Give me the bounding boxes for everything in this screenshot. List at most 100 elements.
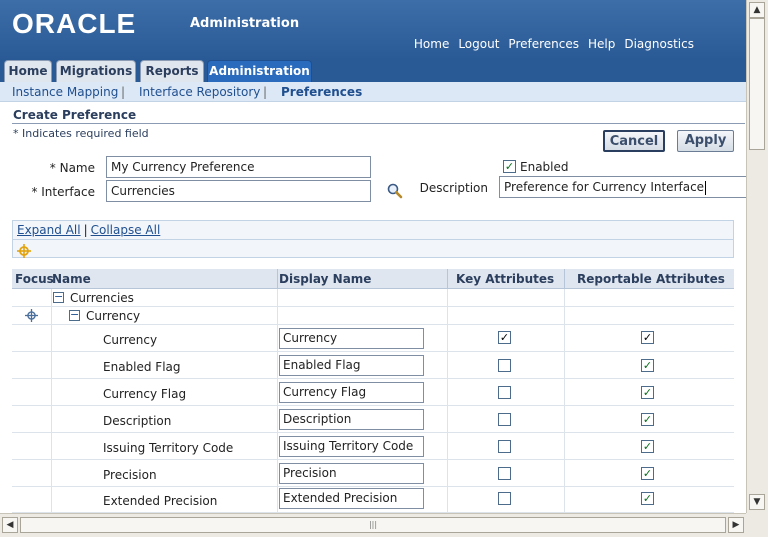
focus-cell bbox=[12, 487, 52, 512]
enabled-checkbox[interactable]: ✓ bbox=[503, 160, 516, 173]
cell-divider bbox=[277, 352, 278, 378]
table-row: Enabled Flag Enabled Flag ✓ bbox=[12, 352, 734, 379]
reportable-attribute-checkbox[interactable]: ✓ bbox=[641, 492, 654, 505]
interface-field[interactable]: Currencies bbox=[106, 180, 371, 202]
display-name-input[interactable]: Enabled Flag bbox=[279, 355, 424, 376]
attribute-name: Currency Flag bbox=[103, 387, 187, 401]
search-icon[interactable] bbox=[386, 182, 404, 200]
sub-navigation: Instance Mapping | Interface Repository … bbox=[0, 82, 746, 102]
column-header-focus: Focus bbox=[15, 272, 54, 286]
key-attribute-checkbox[interactable] bbox=[498, 467, 511, 480]
global-link-diagnostics[interactable]: Diagnostics bbox=[624, 37, 694, 51]
description-value: Preference for Currency Interface bbox=[504, 180, 705, 194]
column-header-reportable-attributes: Reportable Attributes bbox=[577, 272, 725, 286]
key-attribute-checkbox[interactable] bbox=[498, 492, 511, 505]
display-name-input[interactable]: Extended Precision bbox=[279, 488, 424, 509]
subnav-interface-repository[interactable]: Interface Repository bbox=[139, 85, 260, 99]
focus-crosshair-icon[interactable] bbox=[17, 244, 31, 258]
description-field[interactable]: Preference for Currency Interface bbox=[499, 176, 746, 198]
collapse-toggle-icon[interactable]: − bbox=[53, 291, 64, 303]
required-field-note: * Indicates required field bbox=[13, 127, 149, 140]
cell-divider bbox=[277, 307, 278, 324]
focus-cell bbox=[12, 352, 52, 378]
global-link-logout[interactable]: Logout bbox=[458, 37, 499, 51]
cell-divider bbox=[447, 325, 448, 351]
cell-divider bbox=[564, 307, 565, 324]
column-divider bbox=[447, 269, 448, 289]
focus-cell bbox=[12, 406, 52, 432]
key-attribute-checkbox[interactable] bbox=[498, 413, 511, 426]
focus-cell bbox=[12, 325, 52, 351]
display-name-input[interactable]: Issuing Territory Code bbox=[279, 436, 424, 457]
vertical-scrollbar[interactable]: ▲ ▼ bbox=[746, 0, 768, 513]
expand-all-link[interactable]: Expand All bbox=[17, 223, 81, 237]
subnav-separator: | bbox=[263, 85, 268, 99]
text-caret bbox=[705, 180, 707, 195]
reportable-attribute-checkbox[interactable]: ✓ bbox=[641, 359, 654, 372]
global-link-home[interactable]: Home bbox=[414, 37, 449, 51]
reportable-attribute-checkbox[interactable]: ✓ bbox=[641, 413, 654, 426]
key-attribute-checkbox[interactable] bbox=[498, 386, 511, 399]
cell-divider bbox=[564, 433, 565, 459]
display-name-input[interactable]: Currency Flag bbox=[279, 382, 424, 403]
cell-divider bbox=[564, 487, 565, 512]
apply-button[interactable]: Apply bbox=[677, 130, 734, 152]
cell-divider bbox=[447, 352, 448, 378]
display-name-input[interactable]: Currency bbox=[279, 328, 424, 349]
name-field[interactable]: My Currency Preference bbox=[106, 156, 371, 178]
link-separator: | bbox=[83, 223, 88, 237]
tab-migrations[interactable]: Migrations bbox=[56, 60, 136, 82]
collapse-toggle-icon[interactable]: − bbox=[69, 309, 80, 321]
subnav-separator: | bbox=[121, 85, 126, 99]
app-title: Administration bbox=[190, 16, 300, 31]
attribute-name: Description bbox=[103, 414, 172, 428]
cell-divider bbox=[564, 406, 565, 432]
vertical-scroll-thumb[interactable] bbox=[749, 18, 765, 150]
tab-administration[interactable]: Administration bbox=[207, 60, 312, 82]
collapse-all-link[interactable]: Collapse All bbox=[91, 223, 161, 237]
key-attribute-checkbox[interactable] bbox=[498, 440, 511, 453]
horizontal-scroll-thumb[interactable]: ||| bbox=[20, 517, 726, 533]
cell-divider bbox=[277, 487, 278, 512]
scroll-right-arrow-icon[interactable]: ▶ bbox=[728, 517, 744, 533]
attribute-name: Extended Precision bbox=[103, 494, 218, 508]
reportable-attribute-checkbox[interactable]: ✓ bbox=[641, 386, 654, 399]
key-attribute-checkbox[interactable] bbox=[498, 359, 511, 372]
scroll-left-arrow-icon[interactable]: ◀ bbox=[2, 517, 18, 533]
tab-reports[interactable]: Reports bbox=[140, 60, 204, 82]
tree-child-row: − Currency bbox=[12, 307, 734, 325]
focus-cell bbox=[12, 433, 52, 459]
reportable-attribute-checkbox[interactable]: ✓ bbox=[641, 331, 654, 344]
global-link-preferences[interactable]: Preferences bbox=[508, 37, 579, 51]
global-links: Home Logout Preferences Help Diagnostics bbox=[414, 37, 694, 51]
cell-divider bbox=[564, 352, 565, 378]
column-header-name: Name bbox=[52, 272, 91, 286]
cell-divider bbox=[564, 379, 565, 405]
table-row: Issuing Territory Code Issuing Territory… bbox=[12, 433, 734, 460]
key-attribute-checkbox[interactable]: ✓ bbox=[498, 331, 511, 344]
cell-divider bbox=[564, 289, 565, 306]
column-header-display-name: Display Name bbox=[279, 272, 372, 286]
reportable-attribute-checkbox[interactable]: ✓ bbox=[641, 440, 654, 453]
column-divider bbox=[277, 269, 278, 289]
horizontal-scrollbar[interactable]: ◀ ||| ▶ bbox=[0, 513, 746, 537]
cell-divider bbox=[277, 433, 278, 459]
scroll-down-arrow-icon[interactable]: ▼ bbox=[749, 494, 765, 510]
global-link-help[interactable]: Help bbox=[588, 37, 615, 51]
display-name-input[interactable]: Description bbox=[279, 409, 424, 430]
subnav-instance-mapping[interactable]: Instance Mapping bbox=[12, 85, 118, 99]
tree-node-currency[interactable]: Currency bbox=[86, 309, 140, 323]
display-name-input[interactable]: Precision bbox=[279, 463, 424, 484]
cancel-button[interactable]: Cancel bbox=[603, 130, 665, 152]
cell-divider bbox=[447, 379, 448, 405]
cell-divider bbox=[564, 325, 565, 351]
tree-node-currencies[interactable]: Currencies bbox=[70, 291, 134, 305]
attribute-name: Enabled Flag bbox=[103, 360, 181, 374]
scroll-up-arrow-icon[interactable]: ▲ bbox=[749, 2, 765, 18]
tab-home[interactable]: Home bbox=[4, 60, 52, 82]
subnav-preferences[interactable]: Preferences bbox=[281, 85, 362, 99]
column-divider bbox=[564, 269, 565, 289]
focus-crosshair-icon[interactable] bbox=[25, 309, 38, 322]
tab-bar: Home Migrations Reports Administration bbox=[0, 60, 746, 82]
reportable-attribute-checkbox[interactable]: ✓ bbox=[641, 467, 654, 480]
